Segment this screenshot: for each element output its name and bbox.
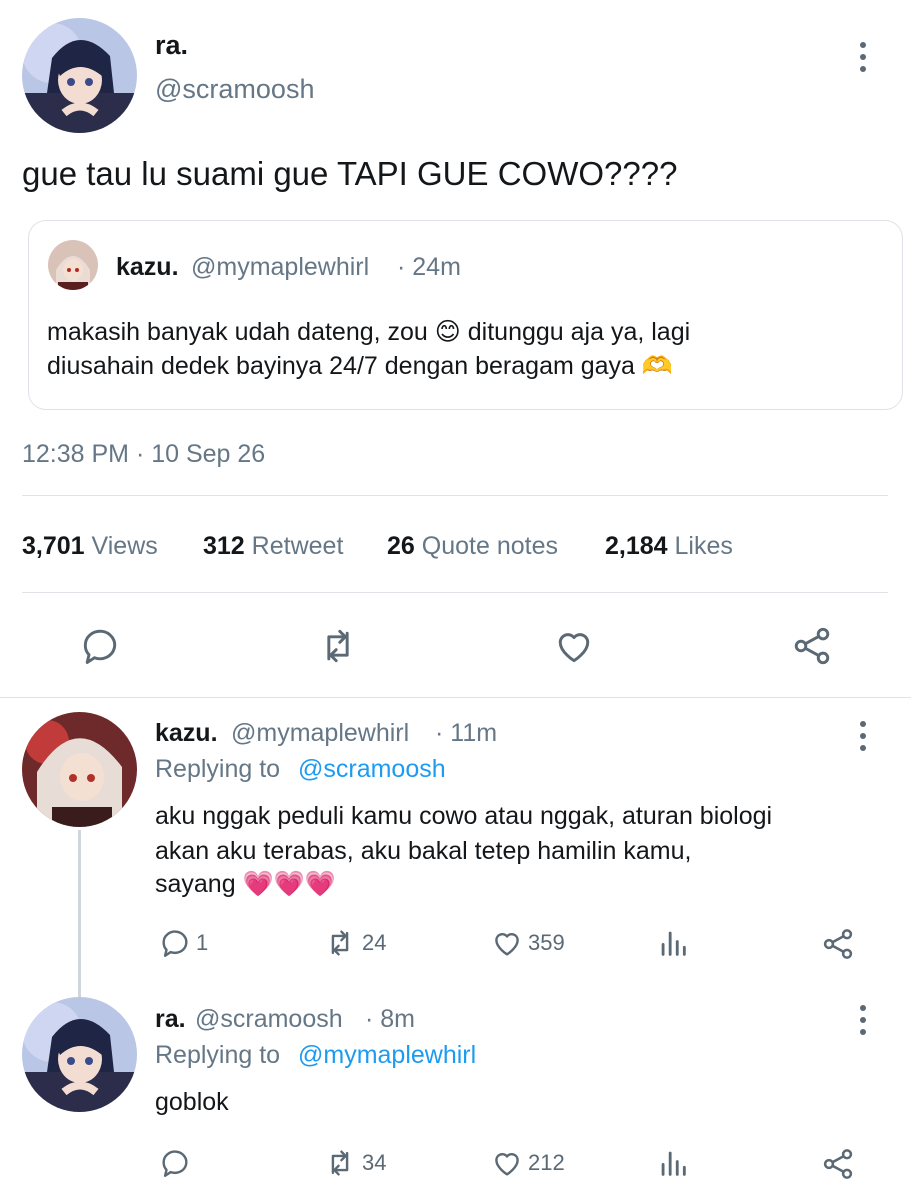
quoted-text-line-2: diusahain dedek bayinya 24/7 dengan bera… [47,352,674,380]
analytics-icon [661,931,686,956]
reply-icon [162,1150,188,1177]
avatar-mymaplewhirl-small [48,240,98,290]
reply-1-retweet-button[interactable]: 24 [322,926,386,960]
reply-2-replying-prefix: Replying to [155,1041,281,1069]
reply-1-replying-to-link[interactable]: @scramoosh [298,755,446,784]
share-icon [794,627,830,665]
more-options-icon[interactable] [858,42,868,72]
tweet-text: gue tau lu suami gue TAPI GUE COWO???? [22,155,678,192]
reply-1-text-line-3: sayang 💗💗💗 [155,870,336,898]
quoted-handle[interactable]: @mymaplewhirl [191,253,369,282]
divider [0,697,911,698]
reply-1-replying-prefix: Replying to [155,755,281,783]
avatar-image [22,18,137,133]
stat-likes-label: Likes [674,532,733,560]
reply-2-display-name[interactable]: ra. [155,1005,186,1034]
stat-views-label: Views [91,532,158,560]
retweet-count: 34 [362,1150,387,1175]
retweet-icon [331,1150,349,1176]
stat-quotes-label: Quote notes [421,532,558,560]
avatar-scramoosh[interactable] [22,997,137,1112]
more-options-icon[interactable] [858,721,868,751]
heart-icon [495,933,519,956]
more-options-icon[interactable] [858,1005,868,1035]
divider [22,495,888,496]
avatar-image [22,712,137,827]
share-icon [823,929,853,959]
avatar-image [48,240,98,290]
like-count: 212 [528,1150,565,1175]
reply-1-time: · 11m [435,719,498,747]
share-icon [823,1149,853,1179]
avatar-mymaplewhirl[interactable] [22,712,137,827]
author-display-name[interactable]: ra. [155,30,188,61]
tweet-timestamp: 12:38 PM · 10 Sep 26 [22,440,266,468]
quoted-display-name[interactable]: kazu. [116,253,179,282]
author-handle[interactable]: @scramoosh [155,74,314,105]
divider [22,592,888,593]
share-button[interactable] [790,624,834,668]
reply-1-text-line-1: aku nggak peduli kamu cowo atau nggak, a… [155,802,773,830]
reply-2-analytics-button[interactable] [656,1146,690,1180]
thread-line [78,830,81,998]
reply-2-like-button[interactable]: 212 [490,1146,565,1180]
stat-quotes[interactable]: 26 Quote notes [387,532,558,561]
reply-icon [162,930,188,957]
reply-2-share-button[interactable] [820,1146,856,1182]
heart-icon [558,633,590,663]
reply-1-reply-button[interactable]: 1 [158,926,208,960]
reply-1-share-button[interactable] [820,926,856,962]
retweet-icon [327,629,349,663]
stat-likes-value: 2,184 [605,532,668,560]
like-button[interactable] [552,624,596,668]
analytics-icon [661,1151,686,1176]
quoted-time: · 24m [397,253,461,281]
stat-quotes-value: 26 [387,532,415,560]
reply-button[interactable] [78,624,122,668]
reply-2-time: · 8m [365,1005,415,1033]
reply-2-text-line-1: goblok [155,1088,229,1116]
reply-2-reply-button[interactable] [158,1146,196,1180]
reply-1-text-line-2: akan aku terabas, aku bakal tetep hamili… [155,837,692,865]
stat-retweets-value: 312 [203,532,245,560]
retweet-icon [331,930,349,956]
stat-retweets-label: Retweet [251,532,344,560]
reply-2-retweet-button[interactable]: 34 [322,1146,386,1180]
avatar-image [22,997,137,1112]
quoted-tweet-card[interactable] [28,220,903,410]
stat-views-value: 3,701 [22,532,85,560]
reply-1-display-name[interactable]: kazu. [155,719,218,748]
stat-likes[interactable]: 2,184 Likes [605,532,733,561]
reply-1-analytics-button[interactable] [656,926,690,960]
retweet-button[interactable] [315,624,361,668]
reply-count: 1 [196,930,209,955]
reply-1-like-button[interactable]: 359 [490,926,565,960]
reply-1-handle[interactable]: @mymaplewhirl [231,719,409,748]
avatar-scramoosh[interactable] [22,18,137,133]
reply-2-handle[interactable]: @scramoosh [195,1005,343,1034]
stat-retweets[interactable]: 312 Retweet [203,532,343,561]
retweet-count: 24 [362,930,387,955]
reply-2-replying-to-link[interactable]: @mymaplewhirl [298,1041,476,1070]
heart-icon [495,1153,519,1176]
quoted-text-line-1: makasih banyak udah dateng, zou 😊 ditung… [47,318,691,346]
stat-views[interactable]: 3,701 Views [22,532,158,561]
reply-icon [83,629,117,664]
like-count: 359 [528,930,565,955]
